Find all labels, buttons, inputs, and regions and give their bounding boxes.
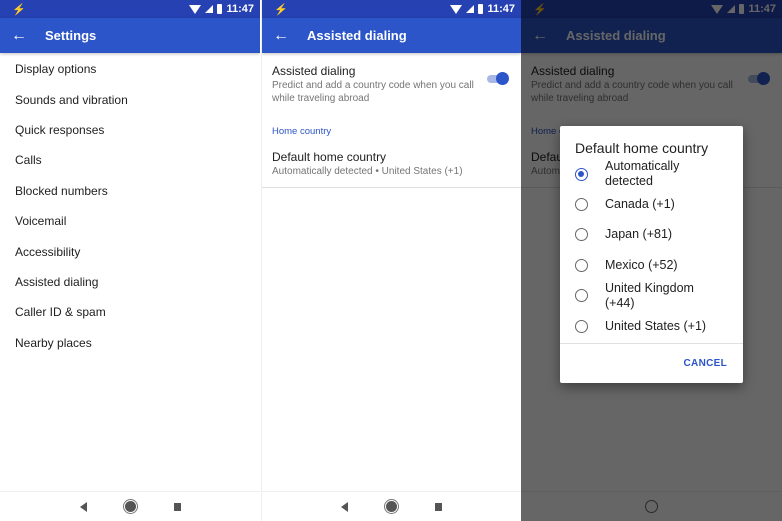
page-title: Settings (45, 28, 97, 43)
battery-icon (217, 4, 223, 14)
home-country-dialog-screen: ⚡ 11:47 ← Assisted dialing Assisted dial… (521, 0, 782, 521)
nav-home-icon[interactable] (386, 501, 397, 512)
status-bar: ⚡ 11:47 (262, 0, 521, 18)
charging-icon: ⚡ (274, 3, 288, 16)
cancel-button[interactable]: CANCEL (684, 358, 727, 369)
option-label: Mexico (+52) (605, 257, 678, 272)
wifi-icon (189, 4, 202, 14)
pref-summary: Automatically detected • United States (… (272, 166, 463, 177)
wifi-icon (450, 4, 463, 14)
option-label: Japan (+81) (605, 227, 673, 242)
option-united-states[interactable]: United States (+1) (560, 311, 743, 341)
app-bar: ← Settings (0, 18, 260, 53)
radio-unselected-icon[interactable] (575, 319, 588, 333)
option-mexico[interactable]: Mexico (+52) (560, 250, 743, 280)
pref-summary: Predict and add a country code when you … (272, 80, 474, 104)
dialog-title: Default home country (575, 140, 709, 156)
nav-home-icon[interactable] (124, 501, 136, 512)
settings-item-assisted-dialing[interactable]: Assisted dialing (0, 267, 260, 297)
option-label: United Kingdom (+44) (605, 280, 694, 310)
assisted-dialing-screen: ⚡ 11:47 ← Assisted dialing Assisted dial… (261, 0, 521, 521)
settings-item-blocked-numbers[interactable]: Blocked numbers (0, 176, 260, 206)
settings-item-accessibility[interactable]: Accessibility (0, 236, 260, 266)
pref-title: Assisted dialing (272, 64, 356, 78)
signal-icon (205, 5, 214, 13)
settings-list: Display options Sounds and vibration Qui… (0, 53, 260, 491)
default-home-country-pref[interactable]: Default home country Automatically detec… (262, 137, 521, 188)
radio-selected-icon[interactable] (575, 167, 588, 181)
settings-item-quick-responses[interactable]: Quick responses (0, 115, 260, 145)
option-canada[interactable]: Canada (+1) (560, 189, 743, 219)
assisted-dialing-switch[interactable] (485, 72, 511, 105)
option-automatically-detected[interactable]: Automatically detected (560, 159, 743, 189)
default-home-country-dialog: Default home country Automatically detec… (560, 126, 743, 383)
settings-item-voicemail[interactable]: Voicemail (0, 206, 260, 236)
radio-unselected-icon[interactable] (575, 198, 588, 212)
radio-unselected-icon[interactable] (575, 258, 588, 272)
settings-screen: ⚡ 11:47 ← Settings Display options Sound… (0, 0, 260, 521)
back-arrow-icon[interactable]: ← (0, 27, 45, 45)
nav-recents-icon[interactable] (173, 502, 181, 511)
battery-icon (478, 4, 484, 14)
dialog-divider (560, 343, 743, 344)
nav-back-icon[interactable] (79, 501, 87, 512)
settings-item-calls[interactable]: Calls (0, 145, 260, 175)
assisted-dialing-toggle-pref[interactable]: Assisted dialing Predict and add a count… (262, 53, 521, 105)
charging-icon: ⚡ (12, 3, 26, 16)
section-header-home-country: Home country (272, 126, 332, 137)
page-title: Assisted dialing (307, 28, 407, 43)
nav-recents-icon[interactable] (435, 502, 442, 511)
status-time: 11:47 (487, 3, 515, 15)
option-japan[interactable]: Japan (+81) (560, 220, 743, 250)
radio-unselected-icon[interactable] (575, 228, 588, 242)
switch-thumb (496, 72, 509, 85)
signal-icon (466, 5, 475, 13)
option-united-kingdom[interactable]: United Kingdom (+44) (560, 281, 743, 311)
app-bar: ← Assisted dialing (262, 18, 521, 53)
assisted-dialing-content: Assisted dialing Predict and add a count… (262, 53, 521, 491)
back-arrow-icon[interactable]: ← (262, 27, 307, 45)
screenshot-collage: ⚡ 11:47 ← Settings Display options Sound… (0, 0, 782, 521)
option-label: Automatically detected (605, 159, 680, 189)
option-label: Canada (+1) (605, 197, 675, 212)
settings-item-caller-id[interactable]: Caller ID & spam (0, 297, 260, 327)
pref-title: Default home country (272, 150, 387, 164)
nav-bar (262, 491, 521, 521)
settings-item-display-options[interactable]: Display options (0, 54, 260, 84)
nav-bar (0, 491, 260, 521)
status-time: 11:47 (226, 3, 254, 15)
country-options: Automatically detected Canada (+1) Japan… (560, 159, 743, 341)
nav-back-icon[interactable] (341, 501, 348, 512)
status-bar: ⚡ 11:47 (0, 0, 260, 18)
settings-item-nearby-places[interactable]: Nearby places (0, 328, 260, 358)
radio-unselected-icon[interactable] (575, 289, 588, 303)
option-label: United States (+1) (605, 318, 707, 333)
settings-item-sounds[interactable]: Sounds and vibration (0, 84, 260, 114)
